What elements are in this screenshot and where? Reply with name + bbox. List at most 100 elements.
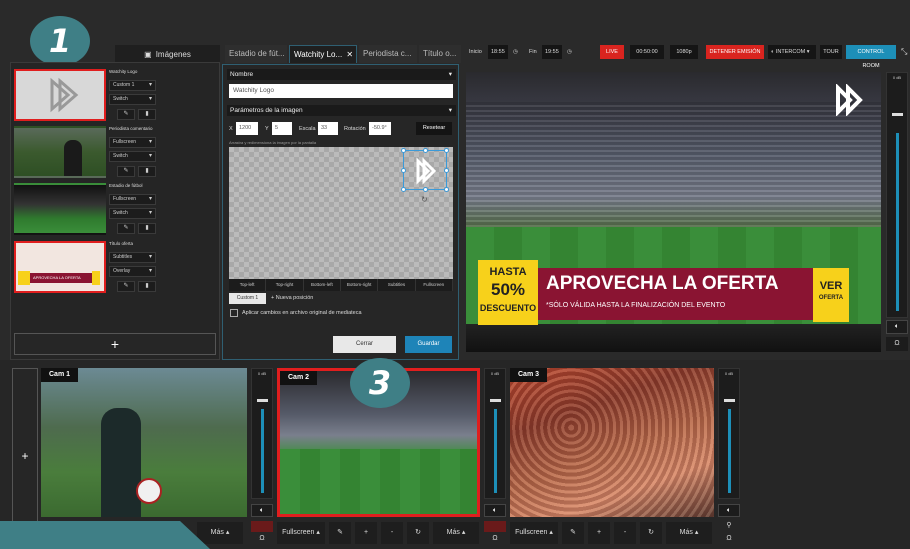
volume-slider-handle[interactable] [490,399,501,402]
cam-2-edit-button[interactable]: ✎ [329,522,351,544]
thumbnail-periodista[interactable] [14,126,106,178]
cam-1-feed[interactable]: Cam 1 [41,368,247,517]
control-room-button[interactable]: CONTROL ROOM [846,45,896,69]
position-select[interactable]: Subtitles [109,252,156,263]
preset-bottom-left[interactable]: Bottom-left [303,279,341,291]
resize-handle[interactable] [423,148,428,153]
cam-3-refresh-button[interactable]: ↻ [640,522,662,544]
cam-3-mute-button[interactable]: 🔈︎ [718,504,740,517]
volume-slider-handle[interactable] [892,113,903,116]
edit-button[interactable]: ✎ [117,223,135,234]
reset-button[interactable]: Resetear [416,122,452,135]
tab-periodista[interactable]: Periodista c... [359,45,417,63]
apply-checkbox[interactable] [230,309,238,317]
cam-1-audio-meter[interactable]: 0 dB [251,368,273,499]
cam-2-audio-meter[interactable]: 0 dB [484,368,506,499]
tab-titulo[interactable]: Título o... [419,45,461,63]
section-nombre[interactable]: Nombre [227,69,456,80]
cam-3-more-button[interactable]: Más ▴ [666,522,712,544]
delete-button[interactable]: ▮ [138,109,156,120]
cam-2-zoom-in-button[interactable]: + [355,522,377,544]
thumbnail-estadio[interactable] [14,183,106,235]
resize-handle[interactable] [401,168,406,173]
action-select[interactable]: Switch [109,208,156,219]
action-select[interactable]: Switch [109,151,156,162]
position-select[interactable]: Fullscreen [109,137,156,148]
selected-logo[interactable] [401,148,449,192]
intercom-button[interactable]: ◐ INTERCOM ▾ [768,45,816,59]
preset-bottom-right[interactable]: Bottom-right [340,279,379,291]
cam-2-refresh-button[interactable]: ↻ [407,522,429,544]
thumbnail-titulo-oferta[interactable]: APROVECHA LA OFERTA [14,241,106,293]
preset-fullscreen[interactable]: Fullscreen [415,279,453,291]
edit-button[interactable]: ✎ [117,281,135,292]
cam-3-zoom-out-button[interactable]: - [614,522,636,544]
tab-images[interactable]: ▣ Imágenes [115,45,220,63]
cam-3-feed[interactable]: Cam 3 [510,368,714,517]
resize-handle[interactable] [444,168,449,173]
preset-custom-1[interactable]: Custom 1 [229,293,266,304]
tour-button[interactable]: TOUR [820,45,842,59]
rotate-icon[interactable]: ↻ [421,195,428,204]
resize-handle[interactable] [401,148,406,153]
media-item-watchity-logo[interactable]: Watchity Logo Custom 1 Switch ✎ ▮ [14,69,219,125]
image-canvas[interactable]: ↻ [229,147,453,279]
name-input[interactable]: Watchity Logo [229,84,453,98]
cam-3-audio-meter[interactable]: 0 dB [718,368,740,499]
volume-slider-handle[interactable] [724,399,735,402]
resize-handle[interactable] [423,187,428,192]
delete-button[interactable]: ▮ [138,223,156,234]
action-select[interactable]: Overlay [109,266,156,277]
preset-top-left[interactable]: Top-left [229,279,267,291]
cam-1-mute-button[interactable]: 🔈︎ [251,504,273,517]
media-item-estadio[interactable]: Estadio de fútbol Fullscreen Switch ✎ ▮ [14,183,219,239]
close-button[interactable]: Cerrar [333,336,396,353]
preset-top-right[interactable]: Top-right [266,279,304,291]
program-audio-meter[interactable]: 0 dB [886,72,908,318]
volume-slider-handle[interactable] [257,399,268,402]
headphones-icon[interactable]: Ω [251,535,273,548]
close-icon[interactable]: ✕ [346,50,353,59]
cam-2-mode-select[interactable]: Fullscreen ▴ [277,522,325,544]
headphones-icon[interactable]: Ω [484,535,506,548]
media-item-periodista[interactable]: Periodista comentario Fullscreen Switch … [14,126,219,182]
preset-subtitles[interactable]: Subtitles [378,279,416,291]
cam-3-edit-button[interactable]: ✎ [562,522,584,544]
section-parametros[interactable]: Parámetros de la imagen [227,105,456,116]
scale-input[interactable]: 33 [318,122,338,135]
rotation-input[interactable]: -50.9° [369,122,391,135]
y-input[interactable]: 5 [272,122,292,135]
resize-handle[interactable] [444,187,449,192]
mute-button[interactable]: 🔈︎ [886,320,908,334]
new-position-link[interactable]: + Nueva posición [271,295,313,301]
delete-button[interactable]: ▮ [138,166,156,177]
position-select[interactable]: Custom 1 [109,80,156,91]
tab-estadio[interactable]: Estadio de fút... [225,45,287,63]
cam-3-mode-select[interactable]: Fullscreen ▴ [510,522,558,544]
cam-3-zoom-in-button[interactable]: + [588,522,610,544]
headphones-icon[interactable]: Ω [718,535,740,548]
resize-handle[interactable] [444,148,449,153]
tab-watchity-logo[interactable]: Watchity Lo... ✕ [289,45,357,63]
pin-icon[interactable]: ⚲ [718,521,740,532]
edit-button[interactable]: ✎ [117,166,135,177]
resize-handle[interactable] [401,187,406,192]
headphones-button[interactable]: Ω [886,337,908,351]
cam-2-more-button[interactable]: Más ▴ [433,522,479,544]
save-button[interactable]: Guardar [405,336,452,353]
cam-2-mute-button[interactable]: 🔈︎ [484,504,506,517]
start-time[interactable]: 18:55 [488,45,508,59]
add-source-button[interactable]: + [12,368,38,543]
add-media-button[interactable]: + [14,333,216,355]
thumbnail-watchity-logo[interactable] [14,69,106,121]
action-select[interactable]: Switch [109,94,156,105]
x-input[interactable]: 1200 [236,122,258,135]
end-time[interactable]: 19:55 [542,45,562,59]
cam-1-more-button[interactable]: Más ▴ [197,522,243,544]
media-item-titulo-oferta[interactable]: APROVECHA LA OFERTA Título oferta Subtit… [14,241,219,297]
collapse-icon[interactable]: ⤡ [898,45,910,59]
position-select[interactable]: Fullscreen [109,194,156,205]
edit-button[interactable]: ✎ [117,109,135,120]
stop-broadcast-button[interactable]: DETENER EMISIÓN [706,45,764,59]
cam-2-zoom-out-button[interactable]: - [381,522,403,544]
